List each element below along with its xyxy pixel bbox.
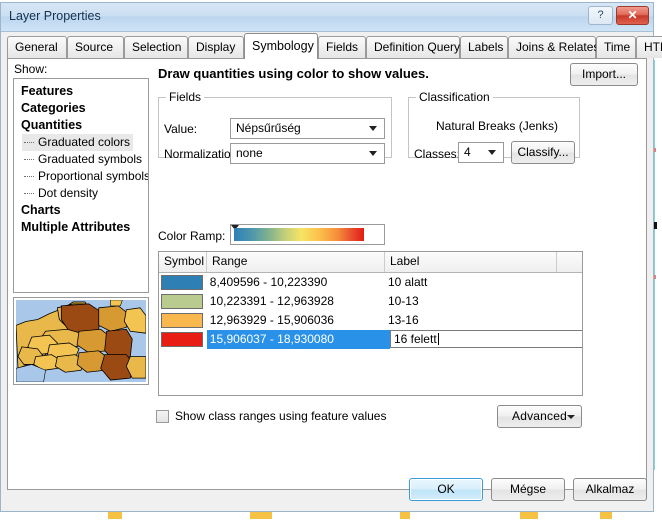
tree-item-graduated-symbols[interactable]: Graduated symbols (22, 151, 148, 168)
tab-time[interactable]: Time (596, 36, 636, 58)
symbol-cell[interactable] (159, 292, 207, 311)
column-header-range[interactable]: Range (207, 252, 385, 272)
column-header-spacer (557, 252, 582, 272)
text-caret (437, 333, 439, 345)
tree-item-charts[interactable]: Charts (18, 202, 148, 219)
symbol-swatch[interactable] (161, 275, 203, 290)
map-preview-image (16, 300, 146, 382)
tab-display[interactable]: Display (188, 36, 244, 58)
range-cell[interactable]: 12,963929 - 15,906036 (207, 311, 384, 330)
tree-item-graduated-colors[interactable]: Graduated colors (22, 134, 134, 151)
symbology-type-tree[interactable]: Features Categories Quantities Graduated… (13, 78, 149, 293)
classification-method: Natural Breaks (Jenks) (436, 119, 559, 133)
classes-combo[interactable]: 4 (458, 142, 504, 163)
symbol-cell[interactable] (159, 330, 207, 349)
range-cell[interactable]: 8,409596 - 10,223390 (207, 273, 384, 292)
layer-properties-dialog: Layer Properties ? ✕ General Source Sele… (0, 2, 662, 512)
dialog-footer: OK Mégse Alkalmaz (1, 471, 653, 511)
chevron-down-icon[interactable] (366, 119, 380, 138)
tab-html-popup[interactable]: HTML Popup (636, 36, 662, 58)
normalization-combo-text: none (236, 146, 263, 160)
show-class-ranges-row[interactable]: Show class ranges using feature values (156, 409, 386, 423)
chevron-down-icon[interactable] (485, 143, 499, 162)
label-cell[interactable]: 10-13 (384, 292, 582, 311)
tree-item-categories[interactable]: Categories (18, 100, 148, 117)
ok-button[interactable]: OK (409, 478, 483, 501)
label-edit-input[interactable]: 16 felett (389, 330, 582, 348)
tab-definition-query[interactable]: Definition Query (366, 36, 460, 58)
advanced-button-label: Advanced (512, 409, 567, 423)
tab-labels[interactable]: Labels (460, 36, 508, 58)
symbol-class-table[interactable]: Symbol Range Label 8,409596 - 10,223390 … (158, 251, 583, 396)
tree-item-dot-density[interactable]: Dot density (22, 185, 148, 202)
label-cell-editing[interactable]: 16 felett (383, 330, 582, 349)
range-cell[interactable]: 15,906037 - 18,930080 (206, 330, 384, 349)
symbol-swatch[interactable] (161, 332, 203, 347)
cancel-button[interactable]: Mégse (491, 478, 565, 501)
window-title: Layer Properties (9, 9, 101, 23)
window-controls: ? ✕ (588, 6, 649, 25)
table-row[interactable]: 8,409596 - 10,223390 10 alatt (159, 273, 582, 292)
panel-headline: Draw quantities using color to show valu… (158, 66, 429, 81)
chevron-down-icon[interactable] (567, 415, 575, 419)
tab-joins-relates[interactable]: Joins & Relates (508, 36, 599, 58)
symbol-swatch[interactable] (161, 313, 203, 328)
show-label: Show: (14, 62, 48, 76)
tab-selection[interactable]: Selection (124, 36, 188, 58)
symbol-cell[interactable] (159, 273, 207, 292)
column-header-symbol[interactable]: Symbol (159, 252, 207, 272)
value-label: Value: (164, 122, 198, 136)
label-cell[interactable]: 10 alatt (384, 273, 582, 292)
tab-fields[interactable]: Fields (318, 36, 366, 58)
tree-item-proportional-symbols[interactable]: Proportional symbols (22, 168, 148, 185)
help-icon[interactable]: ? (588, 6, 613, 25)
symbol-cell[interactable] (159, 311, 207, 330)
map-preview (13, 297, 149, 385)
symbology-panel: Show: Features Categories Quantities Gra… (7, 58, 647, 490)
classes-label: Classes: (414, 147, 461, 161)
fields-group-legend: Fields (166, 90, 205, 104)
table-row[interactable]: 12,963929 - 15,906036 13-16 (159, 311, 582, 330)
table-row[interactable]: 15,906037 - 18,930080 16 felett (159, 330, 582, 349)
chevron-down-icon[interactable] (366, 144, 380, 163)
close-icon[interactable]: ✕ (616, 6, 649, 25)
tree-item-quantities[interactable]: Quantities (18, 117, 148, 134)
import-button[interactable]: Import... (570, 63, 638, 86)
range-cell[interactable]: 10,223391 - 12,963928 (207, 292, 384, 311)
table-row[interactable]: 10,223391 - 12,963928 10-13 (159, 292, 582, 311)
value-combo-text: Népsűrűség (236, 121, 301, 135)
classes-combo-text: 4 (464, 145, 471, 159)
column-header-label[interactable]: Label (385, 252, 557, 272)
advanced-button[interactable]: Advanced (497, 405, 582, 428)
table-header-row: Symbol Range Label (159, 252, 582, 273)
tree-item-multiple-attributes[interactable]: Multiple Attributes (18, 219, 148, 236)
tree-item-features[interactable]: Features (18, 83, 148, 100)
label-edit-value: 16 felett (393, 332, 437, 346)
symbol-swatch[interactable] (161, 294, 203, 309)
normalization-combo[interactable]: none (230, 143, 385, 164)
tab-general[interactable]: General (7, 36, 67, 58)
label-cell[interactable]: 13-16 (384, 311, 582, 330)
show-class-ranges-checkbox[interactable] (156, 409, 169, 423)
classification-group-legend: Classification (416, 90, 493, 104)
classify-button[interactable]: Classify... (511, 141, 575, 164)
color-ramp-label: Color Ramp: (158, 229, 226, 243)
show-class-ranges-label: Show class ranges using feature values (175, 409, 387, 423)
title-bar: Layer Properties ? ✕ (1, 3, 653, 32)
tab-bar: General Source Selection Display Symbolo… (1, 32, 662, 59)
tab-source[interactable]: Source (67, 36, 124, 58)
apply-button[interactable]: Alkalmaz (573, 478, 647, 501)
tab-symbology[interactable]: Symbology (244, 33, 318, 59)
color-ramp-swatch (234, 228, 364, 241)
color-ramp-combo[interactable] (230, 224, 385, 245)
value-combo[interactable]: Népsűrűség (230, 118, 385, 139)
